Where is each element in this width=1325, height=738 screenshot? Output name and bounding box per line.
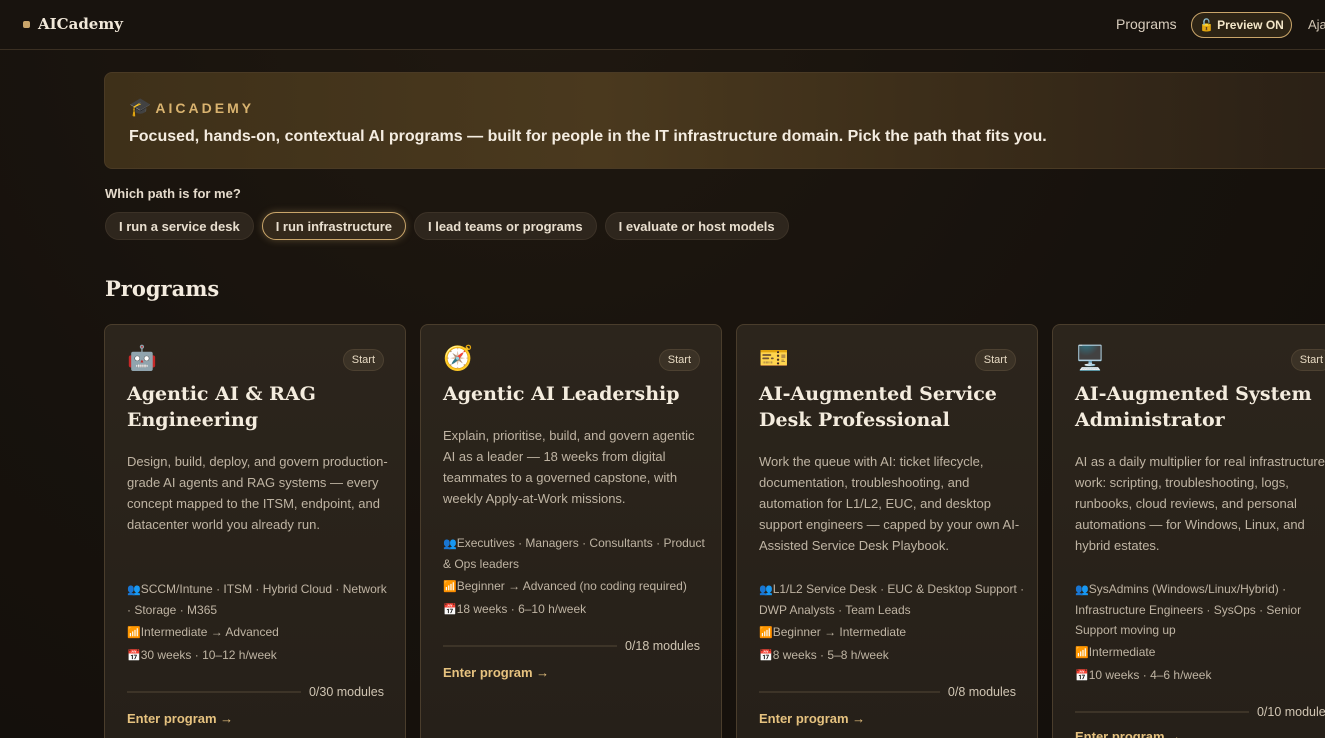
level-text: Beginner → Intermediate — [772, 625, 907, 639]
enter-program-link[interactable]: Enter program → — [127, 711, 233, 726]
nav-programs-link[interactable]: Programs — [1116, 16, 1177, 32]
path-chips: I run a service desk I run infrastructure… — [105, 212, 789, 240]
programs-heading: Programs — [105, 276, 220, 301]
progress-row: 0/8 modules — [759, 685, 1016, 699]
program-icon: 🧭 — [443, 345, 473, 372]
level-text: Beginner → Advanced (no coding required) — [456, 579, 687, 593]
user-name[interactable]: Ajay — [1308, 17, 1325, 32]
program-title: AI-Augmented System Administrator — [1075, 383, 1312, 431]
progress-text: 0/30 modules — [308, 685, 384, 699]
audience-row: 👥L1/L2 Service Desk · EUC & Desktop Supp… — [759, 579, 1025, 620]
calendar-icon: 📅 — [1075, 670, 1089, 682]
duration-row: 📅10 weeks · 4–6 h/week — [1075, 665, 1325, 686]
calendar-icon: 📅 — [443, 604, 457, 616]
level-row: 📶Intermediate → Advanced — [127, 622, 393, 643]
duration-text: 18 weeks · 6–10 h/week — [456, 602, 587, 616]
level-text: Intermediate — [1088, 645, 1156, 659]
progress-bar — [127, 691, 301, 693]
progress-bar — [443, 645, 617, 647]
audience-row: 👥SCCM/Intune · ITSM · Hybrid Cloud · Net… — [127, 579, 393, 620]
audience-row: 👥Executives · Managers · Consultants · P… — [443, 533, 709, 574]
program-icon: 🤖 — [127, 345, 157, 372]
duration-row: 📅18 weeks · 6–10 h/week — [443, 599, 709, 620]
program-meta: 👥SCCM/Intune · ITSM · Hybrid Cloud · Net… — [127, 579, 393, 668]
level-row: 📶Intermediate — [1075, 642, 1325, 663]
progress-row: 0/18 modules — [443, 639, 700, 653]
signal-bars-icon: 📶 — [1075, 647, 1089, 659]
audience-text: SCCM/Intune · ITSM · Hybrid Cloud · Netw… — [127, 582, 387, 617]
level-row: 📶Beginner → Advanced (no coding required… — [443, 576, 709, 597]
hero-tagline: Focused, hands-on, contextual AI program… — [129, 128, 1047, 145]
people-icon: 👥 — [127, 584, 141, 596]
audience-text: SysAdmins (Windows/Linux/Hybrid) · Infra… — [1075, 582, 1302, 637]
brand-name: AICademy — [38, 15, 123, 33]
hero-tag: 🎓 AICADEMY — [129, 97, 254, 118]
program-card[interactable]: 🧭 Start Agentic AI Leadership Explain, prio… — [420, 324, 722, 738]
brand-logo[interactable]: AICademy — [23, 15, 123, 33]
duration-row: 📅30 weeks · 10–12 h/week — [127, 645, 393, 666]
program-meta: 👥Executives · Managers · Consultants · P… — [443, 533, 709, 622]
level-row: 📶Beginner → Intermediate — [759, 622, 1025, 643]
graduation-cap-icon: 🎓 — [129, 97, 152, 117]
duration-text: 8 weeks · 5–8 h/week — [772, 648, 889, 662]
preview-label: Preview ON — [1217, 18, 1284, 32]
hero-tag-label: AICADEMY — [155, 99, 255, 116]
people-icon: 👥 — [1075, 584, 1089, 596]
audience-text: L1/L2 Service Desk · EUC & Desktop Suppo… — [759, 582, 1025, 617]
top-bar: AICademy Programs 🔓 Preview ON Ajay — [0, 0, 1325, 50]
program-description: Work the queue with AI: ticket lifecycle… — [759, 454, 1020, 553]
program-card[interactable]: 🎫 Start AI-Augmented Service Desk Professi… — [736, 324, 1038, 738]
program-card[interactable]: 🖥️ Start AI-Augmented System Administrator… — [1052, 324, 1325, 738]
signal-bars-icon: 📶 — [127, 627, 141, 639]
progress-text: 0/8 modules — [947, 685, 1016, 699]
progress-row: 0/30 modules — [127, 685, 384, 699]
calendar-icon: 📅 — [759, 650, 773, 662]
program-title: AI-Augmented Service Desk Professional — [759, 383, 997, 431]
start-badge: Start — [974, 349, 1016, 371]
program-description: Explain, prioritise, build, and govern a… — [443, 428, 695, 506]
people-icon: 👥 — [443, 538, 457, 550]
progress-text: 0/18 modules — [624, 639, 700, 653]
audience-text: Executives · Managers · Consultants · Pr… — [443, 536, 705, 571]
program-title: Agentic AI Leadership — [443, 383, 680, 405]
program-icon: 🖥️ — [1075, 345, 1105, 372]
enter-program-link[interactable]: Enter program → — [1075, 729, 1181, 738]
enter-program-link[interactable]: Enter program → — [759, 711, 865, 726]
program-description: AI as a daily multiplier for real infras… — [1075, 454, 1325, 553]
brand-mark-icon — [23, 20, 30, 28]
progress-bar — [1075, 711, 1249, 713]
level-text: Intermediate → Advanced — [140, 625, 279, 639]
path-chip[interactable]: I lead teams or programs — [413, 212, 597, 240]
people-icon: 👥 — [759, 584, 773, 596]
start-badge: Start — [658, 349, 700, 371]
program-icon: 🎫 — [759, 345, 789, 372]
path-chip[interactable]: I evaluate or host models — [604, 212, 789, 240]
signal-bars-icon: 📶 — [759, 627, 773, 639]
start-badge: Start — [342, 349, 384, 371]
program-card[interactable]: 🤖 Start Agentic AI & RAG Engineering Design… — [104, 324, 406, 738]
program-meta: 👥L1/L2 Service Desk · EUC & Desktop Supp… — [759, 579, 1025, 668]
duration-text: 30 weeks · 10–12 h/week — [140, 648, 277, 662]
path-chip[interactable]: I run a service desk — [105, 212, 254, 240]
audience-row: 👥SysAdmins (Windows/Linux/Hybrid) · Infr… — [1075, 579, 1325, 640]
calendar-icon: 📅 — [127, 650, 141, 662]
program-meta: 👥SysAdmins (Windows/Linux/Hybrid) · Infr… — [1075, 579, 1325, 688]
progress-text: 0/10 modules — [1256, 705, 1325, 719]
program-description: Design, build, deploy, and govern produc… — [127, 454, 388, 532]
duration-text: 10 weeks · 4–6 h/week — [1088, 668, 1212, 682]
progress-bar — [759, 691, 940, 693]
progress-row: 0/10 modules — [1075, 705, 1325, 719]
lock-icon: 🔓 — [1199, 18, 1215, 32]
preview-toggle-button[interactable]: 🔓 Preview ON — [1191, 12, 1292, 38]
hero-banner: 🎓 AICADEMY Focused, hands-on, contextual… — [104, 72, 1325, 169]
enter-program-link[interactable]: Enter program → — [443, 665, 549, 680]
path-question: Which path is for me? — [105, 186, 241, 201]
program-title: Agentic AI & RAG Engineering — [127, 383, 316, 431]
start-badge: Start — [1290, 349, 1325, 371]
signal-bars-icon: 📶 — [443, 581, 457, 593]
path-chip[interactable]: I run infrastructure — [261, 212, 406, 240]
duration-row: 📅8 weeks · 5–8 h/week — [759, 645, 1025, 666]
